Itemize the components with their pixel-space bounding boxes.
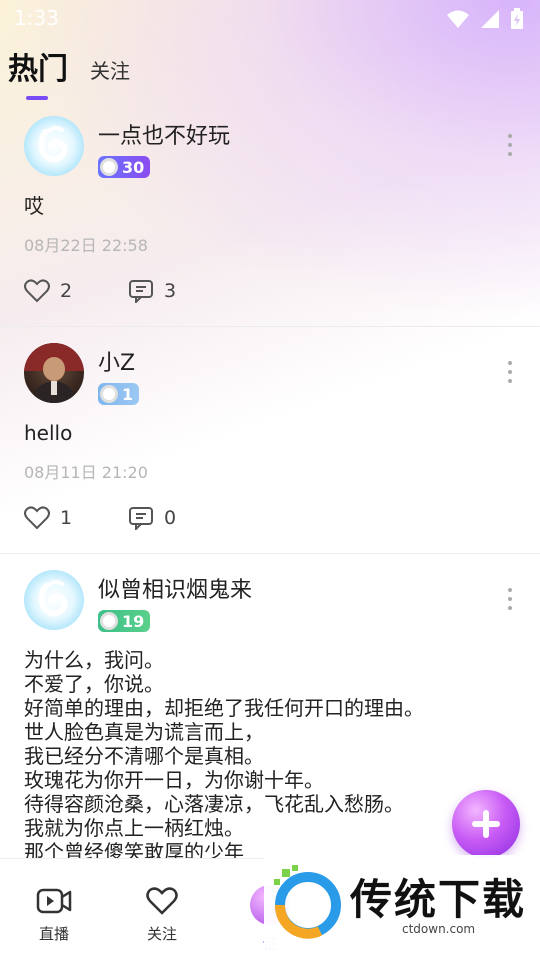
battery-icon (511, 8, 523, 29)
post-actions: 2 3 (24, 256, 516, 326)
username[interactable]: 似曾相识烟鬼来 (98, 572, 252, 604)
level-icon (100, 158, 118, 176)
watermark-logo (274, 865, 341, 939)
nav-live[interactable]: 直播 (0, 859, 108, 960)
avatar[interactable] (24, 116, 84, 176)
post-date: 08月22日 22:58 (24, 236, 148, 255)
level-badge: 30 (98, 156, 151, 178)
more-vertical-icon[interactable] (506, 361, 514, 383)
like-button[interactable]: 1 (24, 506, 128, 530)
status-time: 1:33 (14, 6, 59, 30)
heart-icon (24, 506, 50, 530)
app-logo-icon (38, 580, 68, 617)
comment-button[interactable]: 3 (128, 279, 232, 303)
comment-button[interactable]: 0 (128, 506, 232, 530)
post-content[interactable]: 哎 (24, 194, 516, 218)
username[interactable]: 小Z (98, 345, 135, 377)
more-vertical-icon[interactable] (506, 588, 514, 610)
comment-icon (129, 280, 153, 303)
level-badge: 19 (98, 610, 151, 632)
heart-icon (146, 887, 178, 915)
tab-hot-label: 热门 (8, 52, 68, 87)
comment-icon (129, 507, 153, 530)
level-number: 30 (122, 157, 145, 177)
watermark-title: 传统下载 (350, 875, 527, 924)
post-item: 小Z 1 hello 08月11日 21:20 1 0 (0, 326, 540, 553)
username[interactable]: 一点也不好玩 (98, 118, 230, 150)
level-number: 1 (122, 384, 134, 404)
nav-follow-label: 关注 (146, 925, 177, 943)
wifi-icon (447, 10, 469, 28)
signal-icon (481, 10, 499, 28)
post-content[interactable]: hello (24, 421, 516, 445)
comment-count: 0 (164, 507, 177, 529)
like-button[interactable]: 2 (24, 279, 128, 303)
tab-follow[interactable]: 关注 (90, 55, 130, 88)
status-icons (446, 8, 524, 30)
nav-follow[interactable]: 关注 (108, 859, 216, 960)
add-post-button[interactable] (452, 790, 520, 858)
nav-live-label: 直播 (38, 925, 69, 943)
video-icon (36, 888, 72, 914)
feed-tabs: 热门 关注 (8, 44, 130, 100)
level-icon (100, 612, 118, 630)
post-date: 08月11日 21:20 (24, 463, 148, 482)
app-logo-icon (38, 126, 68, 163)
like-count: 1 (60, 507, 73, 529)
level-badge: 1 (98, 383, 140, 405)
avatar[interactable] (24, 343, 84, 403)
heart-icon (24, 279, 50, 303)
post-actions: 1 0 (24, 483, 516, 553)
avatar[interactable] (24, 570, 84, 630)
like-count: 2 (60, 280, 73, 302)
user-photo (24, 343, 84, 403)
comment-count: 3 (164, 280, 177, 302)
more-vertical-icon[interactable] (506, 134, 514, 156)
watermark-url: ctdown.com (402, 922, 476, 936)
post-item: 一点也不好玩 30 哎 08月22日 22:58 2 3 (0, 100, 540, 326)
level-icon (100, 385, 118, 403)
post-feed[interactable]: 一点也不好玩 30 哎 08月22日 22:58 2 3 小Z 1 hello … (0, 100, 540, 858)
status-bar: 1:33 (0, 0, 540, 36)
level-number: 19 (122, 611, 145, 631)
tab-hot[interactable]: 热门 (8, 44, 68, 100)
post-content[interactable]: 为什么，我问。 不爱了，你说。 好简单的理由，却拒绝了我任何开口的理由。 世人脸… (24, 648, 516, 858)
